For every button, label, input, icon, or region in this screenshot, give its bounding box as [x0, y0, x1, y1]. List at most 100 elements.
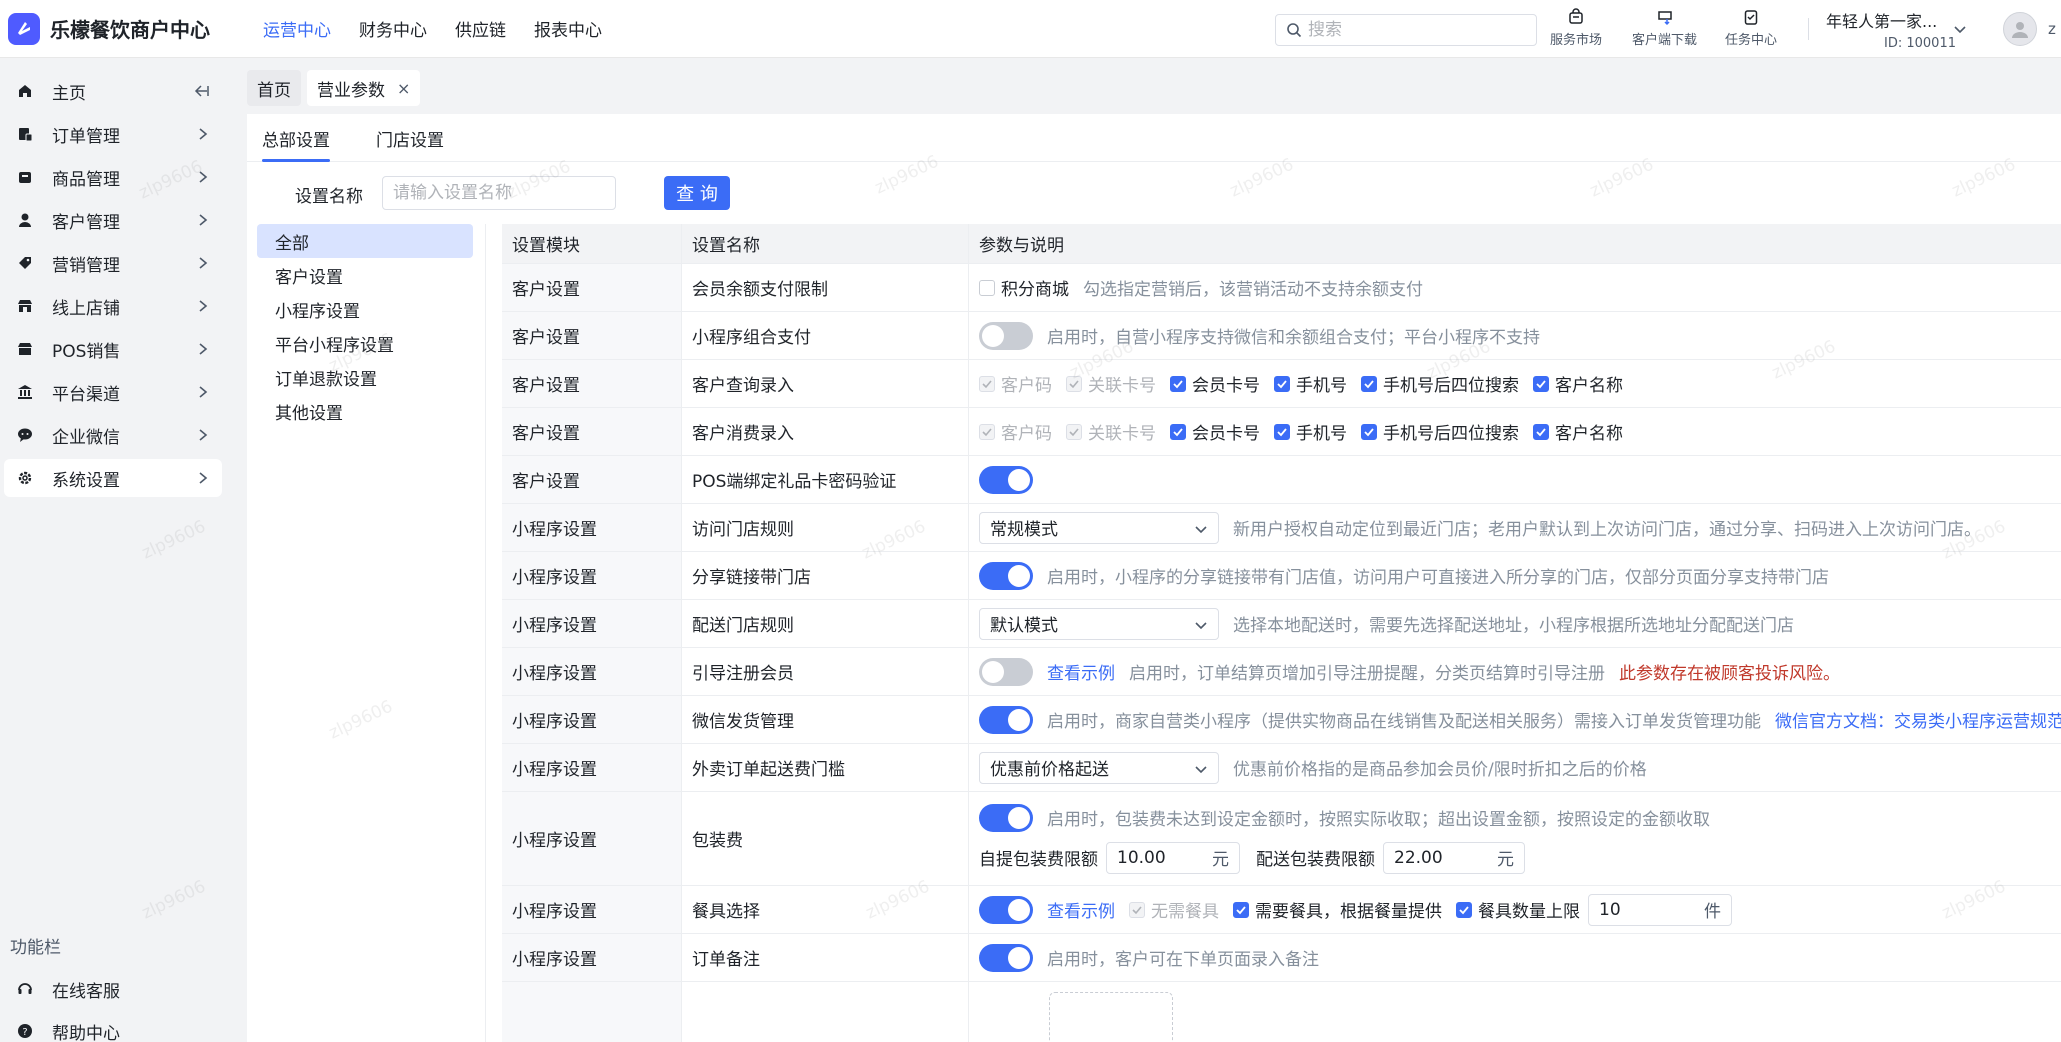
sidebar-item-online-service[interactable]: 在线客服	[4, 970, 222, 1008]
cell-name: 小程序组合支付	[682, 312, 969, 359]
sidebar-item-pos[interactable]: POS销售	[4, 330, 222, 368]
account-switcher[interactable]: 年轻人第一家... ID: 100011	[1826, 8, 1956, 51]
sidebar-item-channels[interactable]: 平台渠道	[4, 373, 222, 411]
pickup-fee-input[interactable]: 10.00 元	[1106, 841, 1240, 874]
topnav-operations[interactable]: 运营中心	[263, 16, 331, 41]
view-example-link[interactable]: 查看示例	[1047, 897, 1115, 922]
input-unit: 元	[1497, 850, 1514, 870]
tableware-switch[interactable]	[979, 895, 1033, 924]
chevron-right-icon	[199, 171, 208, 183]
checkbox-box	[979, 279, 995, 296]
page-tab-business-params[interactable]: 营业参数 ×	[307, 70, 421, 106]
wechat-shipping-switch[interactable]	[979, 705, 1033, 734]
chevron-right-icon	[199, 128, 208, 140]
topnav-supply-chain[interactable]: 供应链	[455, 16, 506, 41]
service-market-button[interactable]: 服务市场	[1550, 8, 1602, 48]
combined-payment-switch[interactable]	[979, 321, 1033, 350]
collapse-sidebar-icon[interactable]	[192, 82, 210, 100]
min-order-threshold-select[interactable]: 优惠前价格起送	[979, 751, 1219, 784]
member-card-checkbox[interactable]: 会员卡号	[1170, 419, 1260, 444]
table-row: 小程序设置 餐具选择 查看示例 无需餐具 需要餐具，根据餐量提供 餐具数量上限 …	[502, 886, 2061, 934]
task-center-button[interactable]: 任务中心	[1725, 8, 1777, 48]
phone-last4-checkbox[interactable]: 手机号后四位搜索	[1361, 371, 1519, 396]
category-item-all[interactable]: 全部	[257, 224, 473, 258]
giftcard-password-switch[interactable]	[979, 465, 1033, 494]
checkbox-label: 客户码	[1001, 424, 1052, 444]
tableware-limit-input[interactable]: 10 件	[1588, 893, 1732, 926]
check-icon	[1361, 423, 1377, 440]
customer-code-checkbox[interactable]: 客户码	[979, 371, 1052, 396]
settings-tabs: 总部设置 门店设置	[247, 114, 2061, 162]
sidebar-item-home[interactable]: 主页	[4, 72, 222, 110]
order-remark-switch[interactable]	[979, 943, 1033, 972]
sidebar-item-wecom[interactable]: 企业微信	[4, 416, 222, 454]
cell-module: 小程序设置	[502, 792, 682, 885]
category-item-platform-miniprogram[interactable]: 平台小程序设置	[257, 326, 473, 360]
client-download-button[interactable]: 客户端下载	[1632, 8, 1697, 48]
setting-name-input[interactable]	[382, 176, 616, 210]
sidebar-item-goods[interactable]: 商品管理	[4, 158, 222, 196]
query-button[interactable]: 查 询	[664, 176, 730, 210]
avatar[interactable]	[2003, 12, 2037, 46]
tab-hq-settings[interactable]: 总部设置	[247, 114, 345, 162]
cell-module: 小程序设置	[502, 696, 682, 743]
sidebar-item-help-center[interactable]: ? 帮助中心	[4, 1012, 222, 1042]
table-row: 小程序设置 外卖订单起送费门槛 优惠前价格起送 优惠前价格指的是商品参加会员价/…	[502, 744, 2061, 792]
share-link-store-switch[interactable]	[979, 561, 1033, 590]
need-tableware-checkbox[interactable]: 需要餐具，根据餐量提供	[1233, 897, 1442, 922]
topnav-finance[interactable]: 财务中心	[359, 16, 427, 41]
category-item-other[interactable]: 其他设置	[257, 394, 473, 428]
visit-store-rule-select[interactable]: 常规模式	[979, 511, 1219, 544]
check-icon	[979, 423, 995, 440]
checkbox-label: 关联卡号	[1088, 424, 1156, 444]
phone-checkbox[interactable]: 手机号	[1274, 371, 1347, 396]
category-item-miniprogram[interactable]: 小程序设置	[257, 292, 473, 326]
guide-register-switch[interactable]	[979, 657, 1033, 686]
sidebar-item-customers[interactable]: 客户管理	[4, 201, 222, 239]
check-icon	[1170, 375, 1186, 392]
sidebar-item-online-store[interactable]: 线上店铺	[4, 287, 222, 325]
chevron-down-icon[interactable]	[1953, 22, 1967, 36]
table-row: 客户设置 会员余额支付限制 积分商城 勾选指定营销后，该营销活动不支持余额支付	[502, 264, 2061, 312]
checkbox-label: 无需餐具	[1151, 902, 1219, 922]
packaging-fee-switch[interactable]	[979, 803, 1033, 832]
param-description: 启用时，包装费未达到设定金额时，按照实际收取；超出设置金额，按照设定的金额收取	[1047, 810, 1710, 830]
customer-code-checkbox[interactable]: 客户码	[979, 419, 1052, 444]
tab-store-settings[interactable]: 门店设置	[361, 114, 459, 162]
shop-bag-icon	[1569, 8, 1583, 24]
wechat-docs-link[interactable]: 微信官方文档：交易类小程序运营规范	[1775, 707, 2061, 732]
view-example-link[interactable]: 查看示例	[1047, 659, 1115, 684]
phone-last4-checkbox[interactable]: 手机号后四位搜索	[1361, 419, 1519, 444]
points-mall-checkbox[interactable]: 积分商城	[979, 275, 1069, 300]
no-tableware-checkbox[interactable]: 无需餐具	[1129, 897, 1219, 922]
linked-card-checkbox[interactable]: 关联卡号	[1066, 419, 1156, 444]
tableware-limit-checkbox[interactable]: 餐具数量上限	[1456, 897, 1580, 922]
select-value: 常规模式	[990, 520, 1058, 540]
cell-module: 小程序设置	[502, 886, 682, 933]
sidebar-item-label: 线上店铺	[52, 298, 120, 319]
sidebar-item-system-settings[interactable]: 系统设置	[4, 459, 222, 497]
global-search[interactable]	[1275, 14, 1537, 46]
app-logo[interactable]: 乐檬餐饮商户中心	[8, 12, 248, 45]
member-card-checkbox[interactable]: 会员卡号	[1170, 371, 1260, 396]
header-params: 参数与说明	[969, 224, 2061, 263]
cell-module: 小程序设置	[502, 552, 682, 599]
image-upload-area[interactable]	[1049, 992, 1173, 1042]
sidebar-item-marketing[interactable]: 营销管理	[4, 244, 222, 282]
topnav-reports[interactable]: 报表中心	[534, 16, 602, 41]
delivery-fee-input[interactable]: 22.00 元	[1383, 841, 1525, 874]
customer-name-checkbox[interactable]: 客户名称	[1533, 419, 1623, 444]
filter-label: 设置名称	[295, 187, 363, 207]
sidebar-item-orders[interactable]: 订单管理	[4, 115, 222, 153]
page-tab-home[interactable]: 首页	[247, 70, 301, 106]
table-row: 小程序设置 订单备注 启用时，客户可在下单页面录入备注	[502, 934, 2061, 982]
delivery-store-rule-select[interactable]: 默认模式	[979, 607, 1219, 640]
category-item-customer[interactable]: 客户设置	[257, 258, 473, 292]
phone-checkbox[interactable]: 手机号	[1274, 419, 1347, 444]
search-input[interactable]	[1308, 20, 1518, 40]
input-value: 10	[1599, 899, 1621, 920]
customer-name-checkbox[interactable]: 客户名称	[1533, 371, 1623, 396]
category-item-refund[interactable]: 订单退款设置	[257, 360, 473, 394]
close-icon[interactable]: ×	[397, 79, 410, 98]
linked-card-checkbox[interactable]: 关联卡号	[1066, 371, 1156, 396]
